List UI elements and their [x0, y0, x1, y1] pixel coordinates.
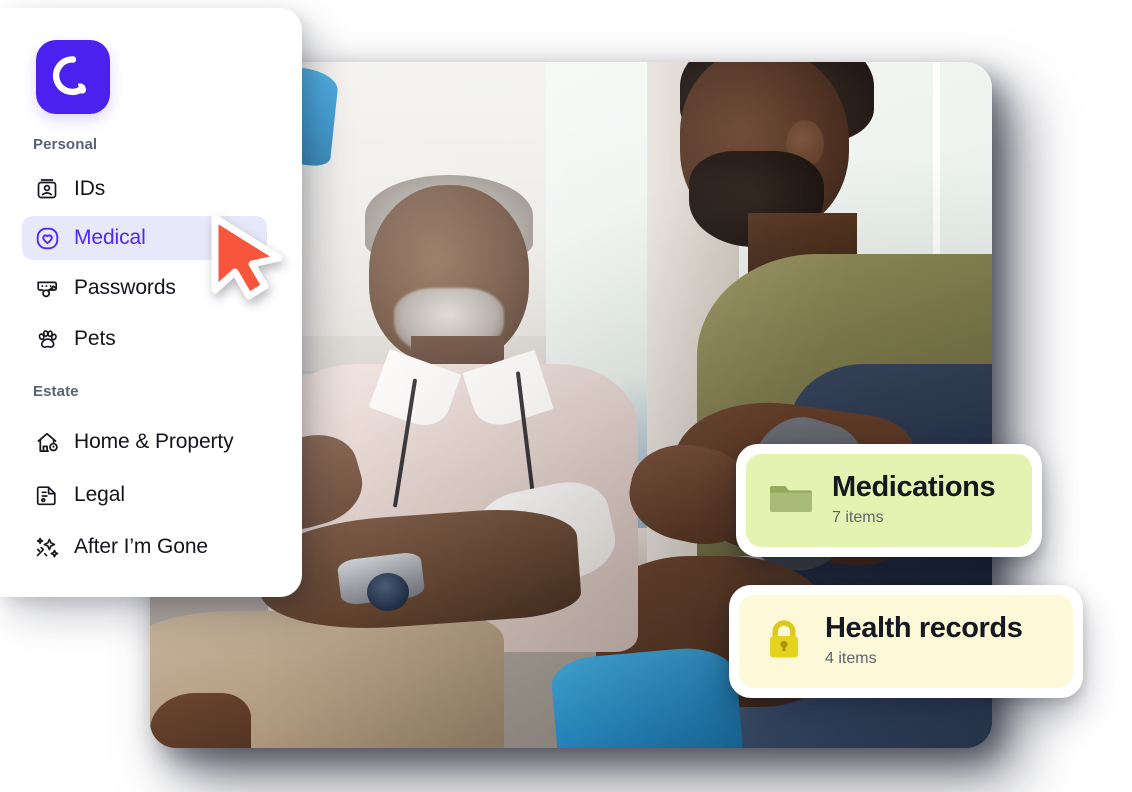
sidebar-item-label: IDs — [74, 177, 106, 200]
sidebar-item-home-property[interactable]: Home & Property — [22, 420, 267, 464]
app-logo[interactable] — [36, 40, 110, 114]
legal-document-icon — [34, 482, 60, 508]
health-records-card-text: Health records 4 items — [825, 612, 1023, 668]
id-card-icon — [34, 176, 60, 202]
medications-card[interactable]: Medications 7 items — [736, 444, 1042, 558]
sidebar-item-label: Medical — [74, 226, 146, 249]
sidebar-section-label-estate: Estate — [33, 383, 79, 400]
screenshot-canvas: Personal IDs Medical Passwords Pets Esta… — [0, 0, 1132, 792]
sidebar-item-label: Legal — [74, 483, 125, 506]
sidebar-item-label: Home & Property — [74, 430, 234, 453]
sidebar-item-label: Pets — [74, 327, 116, 350]
house-pin-icon — [34, 429, 60, 455]
sidebar-item-pets[interactable]: Pets — [22, 317, 267, 361]
sidebar-item-label: After I’m Gone — [74, 535, 208, 558]
medications-card-inner: Medications 7 items — [746, 454, 1032, 548]
sparkle-star-icon — [34, 534, 60, 560]
quikkly-q-logo-icon — [52, 56, 87, 96]
sidebar-item-after-im-gone[interactable]: After I’m Gone — [22, 525, 267, 569]
card-item-count: 4 items — [825, 650, 877, 668]
sidebar-item-ids[interactable]: IDs — [22, 167, 267, 211]
heart-shield-icon — [34, 225, 60, 251]
sidebar-item-label: Passwords — [74, 276, 176, 299]
card-title: Health records — [825, 612, 1023, 644]
folder-icon — [768, 476, 814, 522]
password-key-icon — [34, 275, 60, 301]
sidebar-section-label-personal: Personal — [33, 136, 98, 153]
medications-card-text: Medications 7 items — [832, 471, 996, 527]
sidebar-item-medical[interactable]: Medical — [22, 216, 267, 260]
card-title: Medications — [832, 471, 996, 503]
paw-print-icon — [34, 326, 60, 352]
health-records-card[interactable]: Health records 4 items — [729, 585, 1083, 699]
sidebar-panel: Personal IDs Medical Passwords Pets Esta… — [0, 8, 302, 597]
lock-icon — [761, 617, 807, 663]
health-records-card-inner: Health records 4 items — [739, 595, 1073, 689]
sidebar-item-legal[interactable]: Legal — [22, 473, 267, 517]
sidebar-item-passwords[interactable]: Passwords — [22, 266, 267, 310]
card-item-count: 7 items — [832, 509, 884, 527]
